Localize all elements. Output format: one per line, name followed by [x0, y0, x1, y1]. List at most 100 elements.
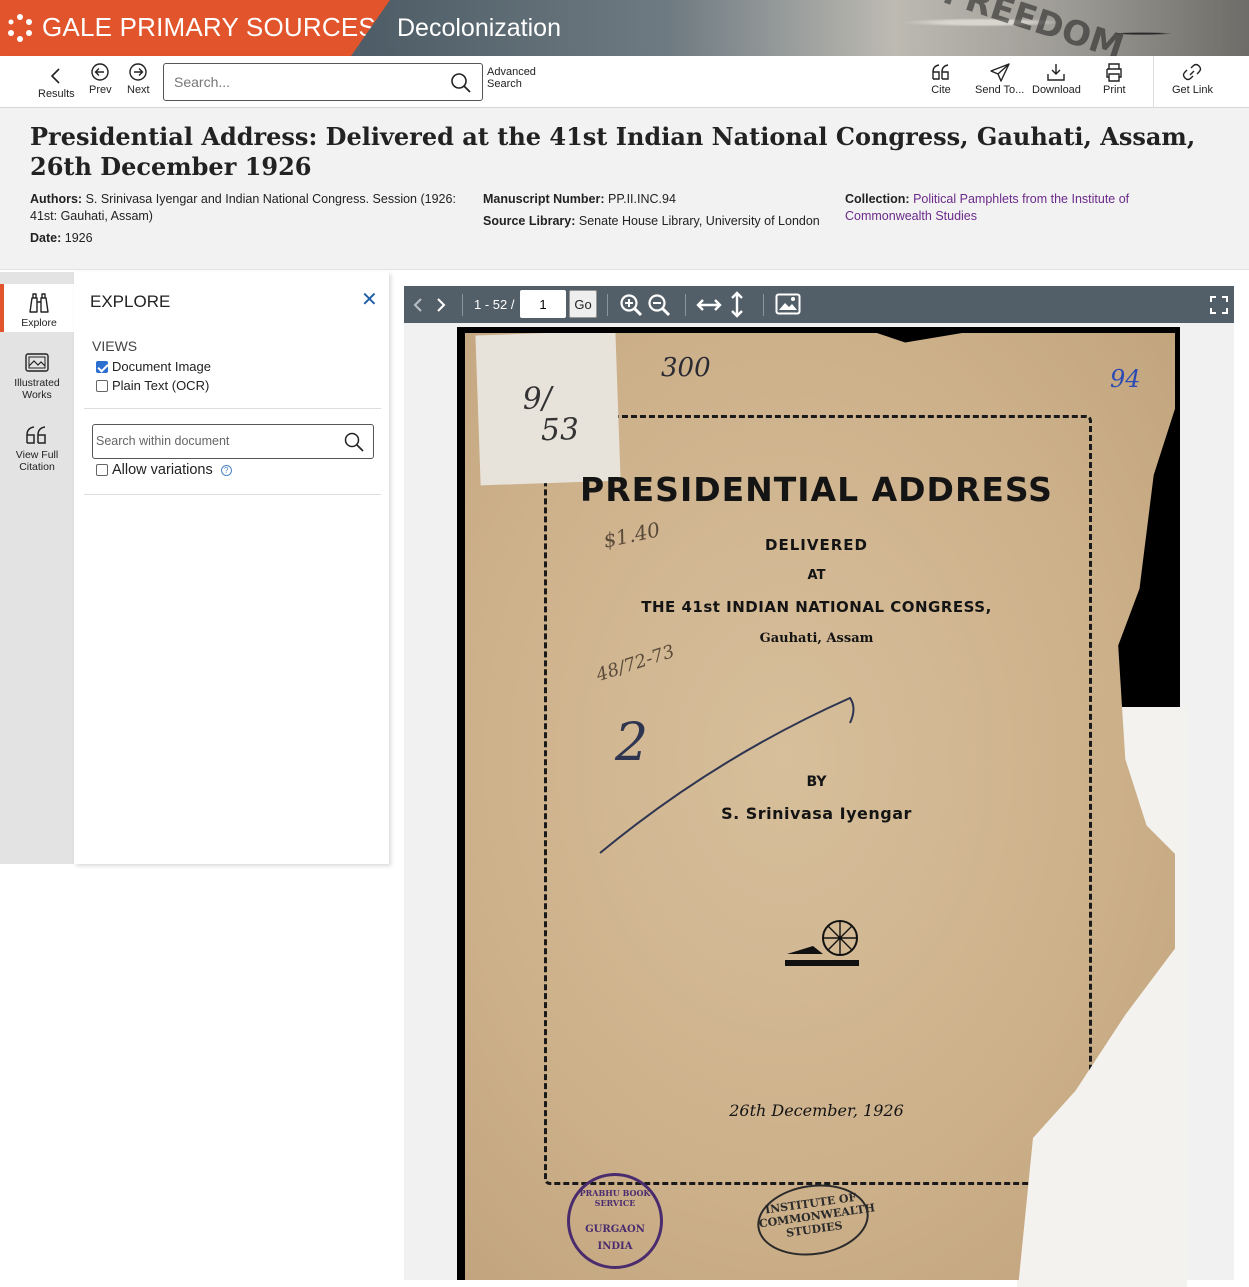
- page-congress: THE 41st INDIAN NATIONAL CONGRESS,: [641, 598, 992, 616]
- explore-panel: EXPLORE ✕ VIEWS Document Image Plain Tex…: [74, 272, 389, 864]
- document-viewer: 1 - 52 / Go 9/ 53 300 94 PRESIDENTIAL AD…: [404, 286, 1234, 1287]
- search-input[interactable]: [174, 72, 444, 92]
- get-link-button[interactable]: Get Link: [1172, 62, 1213, 96]
- results-button[interactable]: Results: [38, 66, 75, 100]
- view-plain-text-option[interactable]: Plain Text (OCR): [96, 378, 209, 393]
- fullscreen-icon[interactable]: [1210, 296, 1228, 314]
- source-library-field: Source Library: Senate House Library, Un…: [483, 213, 820, 230]
- next-page-icon[interactable]: [435, 297, 447, 313]
- view-document-image-option[interactable]: Document Image: [96, 359, 211, 374]
- advanced-search-line1: Advanced: [487, 66, 536, 78]
- zoom-in-icon[interactable]: [619, 293, 643, 317]
- advanced-search-line2: Search: [487, 78, 522, 90]
- brand-name: GALE PRIMARY SOURCES: [42, 12, 376, 42]
- document-title: Presidential Address: Delivered at the 4…: [30, 122, 1196, 181]
- send-to-button[interactable]: Send To...: [975, 62, 1024, 96]
- rail-citation-label-1: View Full: [15, 449, 59, 461]
- search-icon[interactable]: [450, 72, 472, 94]
- next-label: Next: [127, 84, 150, 96]
- collection-field: Collection: Political Pamphlets from the…: [845, 191, 1175, 225]
- brand-block[interactable]: GALE PRIMARY SOURCES: [0, 0, 390, 56]
- collection-title[interactable]: Decolonization: [397, 14, 561, 43]
- source-library-value: Senate House Library, University of Lond…: [578, 214, 820, 228]
- rail-view-full-citation[interactable]: View Full Citation: [0, 424, 74, 473]
- stamp-institute: INSTITUTE OF COMMONWEALTH STUDIES: [752, 1177, 876, 1263]
- image-view-icon[interactable]: [775, 293, 801, 315]
- help-icon[interactable]: ?: [220, 464, 232, 476]
- document-header: Presidential Address: Delivered at the 4…: [0, 108, 1249, 270]
- collection-label: Collection:: [845, 192, 910, 206]
- manuscript-label: Manuscript Number:: [483, 192, 605, 206]
- get-link-label: Get Link: [1172, 84, 1213, 96]
- quote-icon: [932, 64, 949, 80]
- handwritten-corner-number: 94: [1110, 365, 1141, 393]
- authors-field: Authors: S. Srinivasa Iyengar and Indian…: [30, 191, 470, 225]
- rail-illustrated-works[interactable]: Illustrated Works: [0, 352, 74, 401]
- zoom-out-icon[interactable]: [647, 293, 671, 317]
- page-image[interactable]: 9/ 53 300 94 PRESIDENTIAL ADDRESS DELIVE…: [457, 327, 1187, 1287]
- chevron-left-icon: [51, 68, 60, 84]
- document-image-label: Document Image: [112, 359, 211, 374]
- stamp-bookseller-line1: PRABHU BOOK SERVICE: [579, 1188, 651, 1208]
- plain-text-checkbox[interactable]: [96, 379, 108, 392]
- divider: [84, 408, 381, 409]
- arrow-right-circle-icon: [129, 63, 148, 81]
- manuscript-field: Manuscript Number: PP.II.INC.94: [483, 191, 676, 208]
- stamp-bookseller-line3: INDIA: [597, 1241, 633, 1252]
- cite-label: Cite: [931, 84, 951, 96]
- advanced-search-link[interactable]: Advanced Search: [487, 66, 536, 90]
- prev-button[interactable]: Prev: [89, 62, 112, 96]
- page-author: S. Srinivasa Iyengar: [721, 804, 912, 823]
- printer-icon: [1106, 63, 1123, 82]
- next-button[interactable]: Next: [127, 62, 150, 96]
- prev-label: Prev: [89, 84, 112, 96]
- rail-explore-label: Explore: [21, 317, 57, 329]
- print-button[interactable]: Print: [1103, 62, 1126, 96]
- cite-button[interactable]: Cite: [930, 62, 952, 96]
- header-banner: FREEDOM GALE PRIMARY SOURCES Decolonizat…: [0, 0, 1249, 56]
- go-button[interactable]: Go: [569, 290, 597, 318]
- image-gallery-icon: [25, 353, 49, 372]
- rail-explore[interactable]: Explore: [0, 284, 74, 332]
- date-label: Date:: [30, 231, 62, 245]
- results-label: Results: [38, 88, 75, 100]
- page-number-input[interactable]: [520, 290, 566, 318]
- search-within-input[interactable]: [96, 434, 336, 448]
- spinning-wheel-emblem-icon: [785, 920, 859, 966]
- close-icon[interactable]: ✕: [361, 287, 378, 312]
- search-box: [163, 63, 483, 101]
- send-to-label: Send To...: [975, 84, 1025, 96]
- download-icon: [1047, 64, 1066, 81]
- side-rail: Explore Illustrated Works View Full Cita…: [0, 272, 74, 864]
- authors-label: Authors:: [30, 192, 83, 206]
- page-heading: PRESIDENTIAL ADDRESS: [580, 470, 1053, 509]
- allow-variations-option[interactable]: Allow variations ?: [96, 462, 232, 478]
- plain-text-label: Plain Text (OCR): [112, 378, 210, 393]
- download-button[interactable]: Download: [1032, 62, 1081, 96]
- print-label: Print: [1103, 84, 1126, 96]
- quote-icon: [26, 426, 46, 444]
- previous-page-icon[interactable]: [412, 297, 424, 313]
- date-value: 1926: [64, 231, 93, 245]
- document-image-checkbox[interactable]: [96, 360, 108, 373]
- toolbar-divider: [1153, 56, 1154, 108]
- page-count: 1 - 52 /: [474, 297, 515, 312]
- divider: [84, 494, 381, 495]
- sticker-label: 9/ 53: [475, 333, 621, 486]
- date-field: Date: 1926: [30, 230, 93, 247]
- stamp-bookseller-line2: GURGAON: [585, 1224, 645, 1235]
- download-label: Download: [1032, 84, 1081, 96]
- sticker-handwriting-1: 9/: [522, 380, 553, 417]
- views-label: VIEWS: [92, 338, 138, 354]
- stamp-bookseller: PRABHU BOOK SERVICE GURGAON INDIA: [567, 1173, 663, 1269]
- page-at: AT: [807, 568, 826, 583]
- manuscript-value: PP.II.INC.94: [608, 192, 676, 206]
- handwritten-number-top: 300: [661, 353, 711, 383]
- viewer-toolbar: 1 - 52 / Go: [404, 286, 1234, 323]
- fit-width-icon[interactable]: [695, 295, 723, 315]
- pen-stroke: [599, 696, 855, 854]
- authors-value: S. Srinivasa Iyengar and Indian National…: [30, 192, 456, 223]
- search-icon[interactable]: [344, 432, 364, 452]
- allow-variations-checkbox[interactable]: [96, 464, 108, 476]
- fit-height-icon[interactable]: [729, 290, 745, 319]
